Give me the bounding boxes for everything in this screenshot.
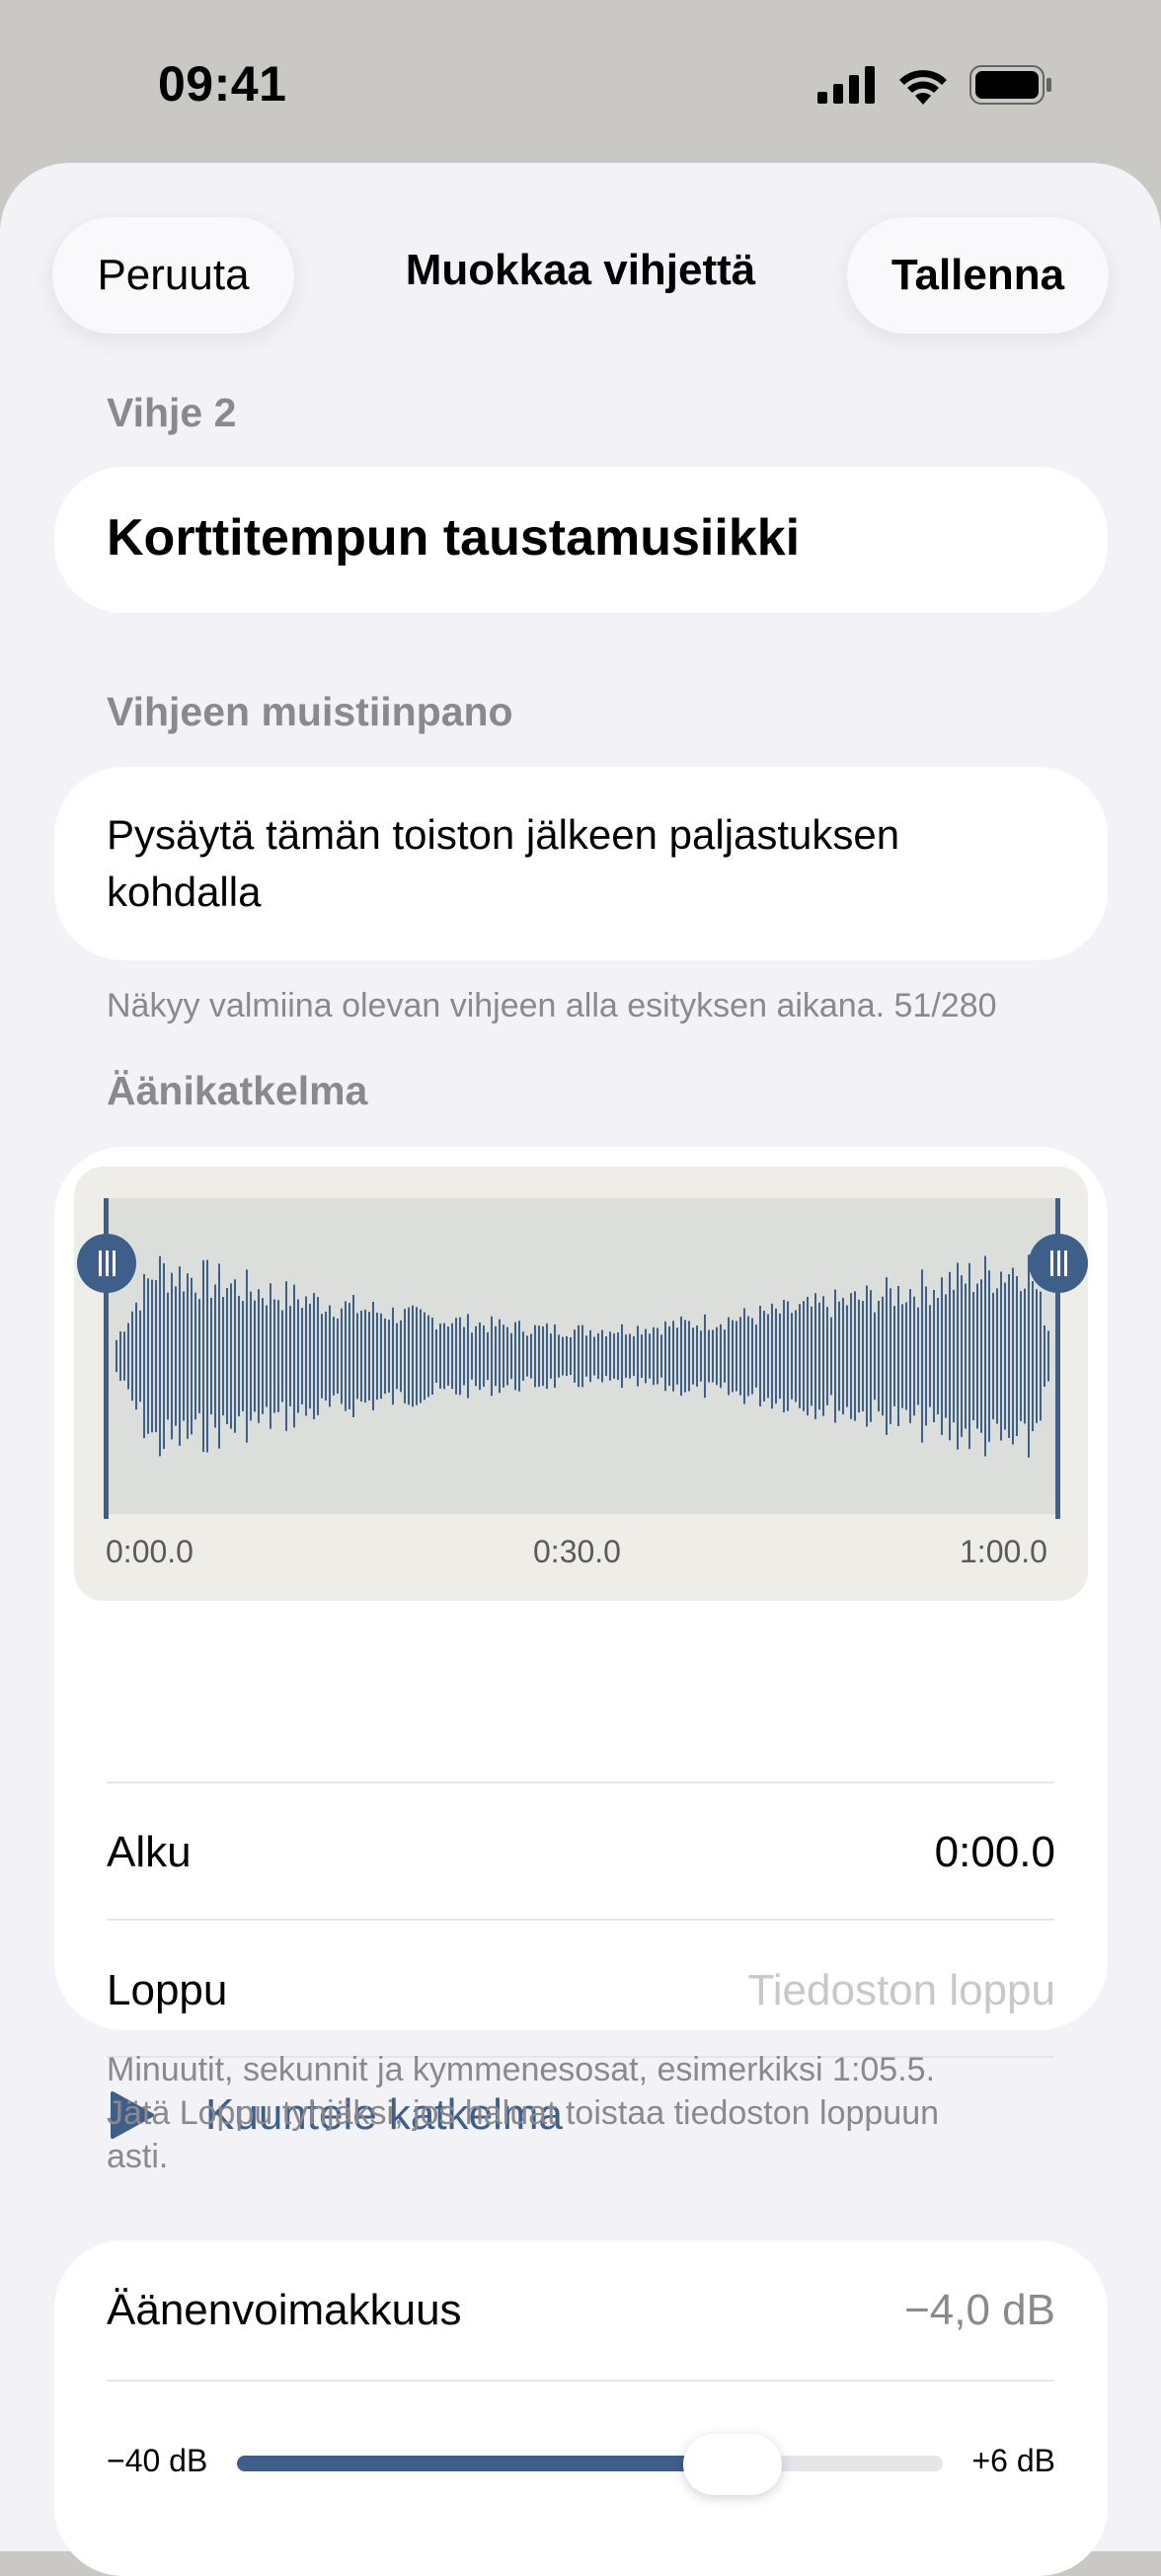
volume-max-label: +6 dB	[971, 2443, 1055, 2478]
note-hint: Näkyy valmiina olevan vihjeen alla esity…	[107, 987, 997, 1024]
divider	[107, 2380, 1054, 2382]
clip-card: 0:00.0 0:30.0 1:00.0 Alku 0:00.0 Loppu T…	[54, 1147, 1108, 2139]
wifi-icon	[899, 70, 947, 105]
volume-min-label: −40 dB	[107, 2443, 208, 2478]
volume-card: Äänenvoimakkuus −4,0 dB −40 dB +6 dB	[54, 2240, 1108, 2576]
start-label: Alku	[107, 1828, 192, 1876]
trim-start-handle[interactable]	[77, 1234, 136, 1293]
volume-slider-fill	[237, 2456, 733, 2471]
status-time: 09:41	[158, 56, 287, 112]
note-section-label: Vihjeen muistiinpano	[107, 689, 513, 734]
save-button[interactable]: Tallenna	[847, 217, 1109, 334]
waveform-editor[interactable]: 0:00.0 0:30.0 1:00.0	[74, 1167, 1088, 1601]
divider	[107, 1781, 1054, 1783]
volume-slider-thumb[interactable]	[682, 2434, 782, 2495]
cue-number-label: Vihje 2	[107, 390, 237, 435]
clip-hint-1: Minuutit, sekunnit ja kymmenesosat, esim…	[107, 2051, 936, 2088]
edit-cue-sheet: Peruuta Muokkaa vihjettä Tallenna Vihje …	[0, 163, 1161, 2576]
timeline-end: 1:00.0	[960, 1534, 1047, 1569]
clip-hint-2: Jätä Loppu tyhjäksi, jos haluat toistaa …	[107, 2094, 940, 2132]
start-time-field[interactable]: 0:00.0	[935, 1828, 1055, 1877]
end-label: Loppu	[107, 1966, 228, 2014]
note-field[interactable]: Pysäytä tämän toiston jälkeen paljastuks…	[54, 767, 1108, 960]
waveform	[116, 1254, 1049, 1458]
volume-label: Äänenvoimakkuus	[107, 2286, 462, 2334]
clip-hint-3: asti.	[107, 2138, 169, 2175]
divider	[107, 1919, 1054, 1921]
status-bar: 09:41	[0, 0, 1161, 168]
timeline-mid: 0:30.0	[533, 1534, 621, 1569]
cue-name-value: Korttitempun taustamusiikki	[107, 509, 801, 567]
trim-end-handle[interactable]	[1029, 1234, 1088, 1293]
note-value: Pysäytä tämän toiston jälkeen paljastuks…	[107, 811, 900, 915]
volume-value: −4,0 dB	[904, 2286, 1055, 2334]
timeline-start: 0:00.0	[106, 1534, 194, 1569]
battery-icon	[969, 65, 1051, 105]
clip-section-label: Äänikatkelma	[107, 1068, 368, 1113]
cue-name-field[interactable]: Korttitempun taustamusiikki	[54, 467, 1108, 613]
volume-slider[interactable]	[237, 2456, 943, 2471]
waveform-track	[109, 1198, 1056, 1514]
end-time-field[interactable]: Tiedoston loppu	[748, 1966, 1055, 2015]
signal-icon	[817, 66, 875, 104]
